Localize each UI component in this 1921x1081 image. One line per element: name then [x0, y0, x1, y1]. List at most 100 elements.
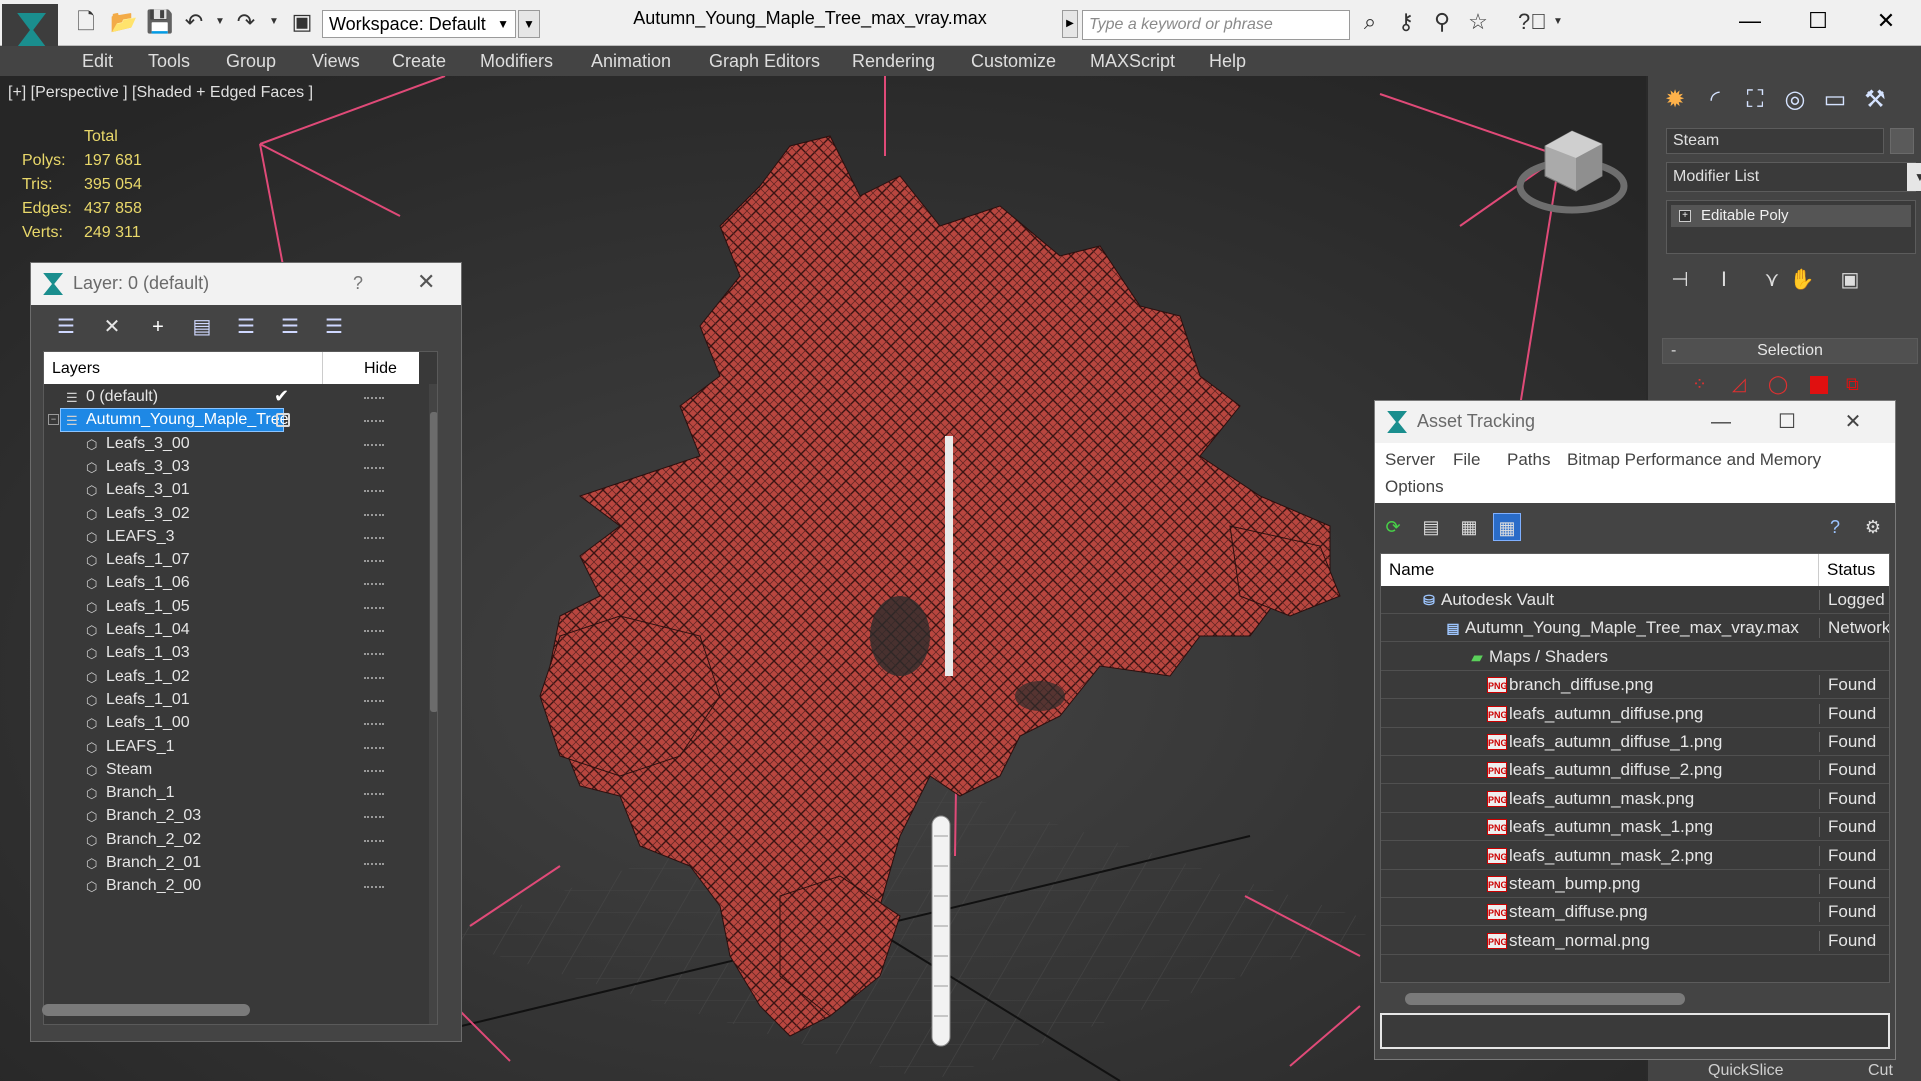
make-unique-icon[interactable]: ⋎	[1758, 266, 1786, 294]
menu-create[interactable]: Create	[392, 46, 446, 76]
motion-tab-icon[interactable]: ◎	[1778, 84, 1812, 116]
close-icon[interactable]: ✕	[417, 269, 435, 295]
hide-toggle[interactable]	[364, 769, 384, 772]
minimize-button[interactable]: —	[1701, 407, 1741, 437]
display-tab-icon[interactable]: ▭	[1818, 84, 1852, 116]
object-name-field[interactable]: Steam	[1666, 128, 1884, 154]
hide-layer-icon[interactable]: ☰	[277, 315, 303, 339]
table-view-icon[interactable]: ▦	[1493, 513, 1521, 541]
edge-icon[interactable]: ◿	[1732, 374, 1746, 395]
menu-customize[interactable]: Customize	[971, 46, 1056, 76]
polygon-icon[interactable]	[1810, 376, 1828, 394]
hierarchy-tab-icon[interactable]: ⛶	[1738, 84, 1772, 116]
stack-item-editable-poly[interactable]: + Editable Poly	[1671, 205, 1911, 227]
asset-row[interactable]: PNG steam_normal.png Found	[1381, 927, 1889, 955]
hide-toggle[interactable]	[364, 676, 384, 679]
undo-dropdown-icon[interactable]: ▼	[208, 10, 232, 34]
close-button[interactable]: ✕	[1866, 6, 1906, 36]
search-expand-icon[interactable]: ▶	[1062, 10, 1078, 38]
select-objects-icon[interactable]: ▤	[189, 315, 215, 339]
hide-toggle[interactable]	[364, 583, 384, 586]
binoculars-icon[interactable]: ⌕	[1358, 10, 1382, 34]
redo-icon[interactable]: ↷	[234, 10, 258, 34]
menu-graph-editors[interactable]: Graph Editors	[709, 46, 820, 76]
element-icon[interactable]: ⧉	[1846, 374, 1859, 395]
search-input[interactable]	[1082, 10, 1350, 40]
pin-stack-icon[interactable]: ⊣	[1666, 266, 1694, 294]
utilities-tab-icon[interactable]: ⚒	[1858, 84, 1892, 116]
favorites-star-icon[interactable]: ☆	[1466, 10, 1490, 34]
sign-in-icon[interactable]: ⚲	[1430, 10, 1454, 34]
vertex-icon[interactable]: ⁘	[1692, 374, 1707, 395]
hide-toggle[interactable]	[364, 723, 384, 726]
menu-help[interactable]: Help	[1209, 46, 1246, 76]
object-row[interactable]: ⬡ Branch_2_00	[44, 873, 419, 901]
collapse-icon[interactable]: -	[1671, 339, 1676, 363]
show-end-result-icon[interactable]: Ⅰ	[1710, 266, 1738, 294]
highlight-layer-icon[interactable]: ☰	[233, 315, 259, 339]
menu-server[interactable]: Server	[1385, 447, 1435, 473]
menu-rendering[interactable]: Rendering	[852, 46, 935, 76]
hide-toggle[interactable]	[364, 606, 384, 609]
hide-toggle[interactable]	[364, 816, 384, 819]
asset-hscroll-thumb[interactable]	[1405, 993, 1685, 1005]
hide-toggle[interactable]	[364, 793, 384, 796]
asset-row[interactable]: ⛁ Autodesk Vault Logged Out	[1381, 586, 1889, 614]
layer-hscroll-thumb[interactable]	[42, 1004, 250, 1016]
menu-edit[interactable]: Edit	[82, 46, 113, 76]
selection-rollout[interactable]: - Selection	[1662, 338, 1918, 364]
workspace-dropdown[interactable]: Workspace: Default ▼	[322, 10, 516, 38]
layer-scrollbar-thumb[interactable]	[430, 412, 437, 712]
menu-bitmap-performance[interactable]: Bitmap Performance and Memory	[1567, 447, 1821, 473]
layer-panel-header[interactable]: Layer: 0 (default) ? ✕	[31, 263, 461, 305]
hide-toggle[interactable]	[364, 443, 384, 446]
vault-settings-icon[interactable]: ⚙	[1859, 513, 1887, 541]
key-icon[interactable]: ⚷	[1394, 10, 1418, 34]
hide-toggle[interactable]	[364, 466, 384, 469]
menu-tools[interactable]: Tools	[148, 46, 190, 76]
asset-row[interactable]: ▤ Autumn_Young_Maple_Tree_max_vray.max Net…	[1381, 614, 1889, 643]
menu-modifiers[interactable]: Modifiers	[480, 46, 553, 76]
hide-toggle[interactable]	[364, 839, 384, 842]
asset-row[interactable]: PNG leafs_autumn_diffuse.png Found	[1381, 700, 1889, 728]
hide-toggle[interactable]	[364, 863, 384, 865]
col-layers[interactable]: Layers	[52, 360, 100, 378]
redo-dropdown-icon[interactable]: ▼	[262, 10, 286, 34]
asset-row[interactable]: PNG branch_diffuse.png Found	[1381, 671, 1889, 700]
toolbar-overflow-button[interactable]: ▼	[518, 10, 540, 38]
add-selection-icon[interactable]: +	[145, 315, 171, 339]
hide-toggle[interactable]	[364, 536, 384, 539]
undo-icon[interactable]: ↶	[182, 10, 206, 34]
help-icon[interactable]: ?⃝	[1518, 10, 1547, 34]
asset-row[interactable]: PNG leafs_autumn_mask_1.png Found	[1381, 813, 1889, 842]
remove-modifier-icon[interactable]: ✋	[1788, 266, 1816, 294]
new-layer-icon[interactable]: ☰	[53, 315, 79, 339]
hide-toggle[interactable]	[364, 490, 384, 493]
asset-row[interactable]: ▰ Maps / Shaders	[1381, 643, 1889, 671]
col-status[interactable]: Status	[1827, 560, 1875, 580]
menu-options[interactable]: Options	[1385, 474, 1444, 500]
quickslice-button[interactable]: QuickSlice	[1708, 1062, 1784, 1080]
asset-row[interactable]: PNG leafs_autumn_mask.png Found	[1381, 785, 1889, 813]
object-color-swatch[interactable]	[1890, 128, 1914, 154]
list-view-icon[interactable]: ▤	[1417, 513, 1445, 541]
border-icon[interactable]: ◯	[1768, 374, 1788, 395]
help-dropdown-icon[interactable]: ▼	[1546, 10, 1570, 34]
hide-toggle[interactable]	[364, 699, 384, 702]
maximize-button[interactable]: ☐	[1798, 6, 1838, 36]
refresh-icon[interactable]: ⟳	[1379, 513, 1407, 541]
open-file-icon[interactable]: 📂	[110, 10, 137, 34]
asset-row[interactable]: PNG leafs_autumn_diffuse_1.png Found	[1381, 728, 1889, 756]
freeze-layer-icon[interactable]: ☰	[321, 315, 347, 339]
maximize-button[interactable]: ☐	[1767, 407, 1807, 437]
asset-row[interactable]: PNG steam_bump.png Found	[1381, 870, 1889, 898]
collapse-icon[interactable]: −	[48, 414, 59, 426]
menu-paths[interactable]: Paths	[1507, 447, 1550, 473]
hide-toggle[interactable]	[364, 746, 384, 749]
close-button[interactable]: ✕	[1833, 407, 1873, 437]
menu-group[interactable]: Group	[226, 46, 276, 76]
col-name[interactable]: Name	[1389, 560, 1434, 580]
hide-toggle[interactable]	[364, 397, 384, 399]
asset-row[interactable]: PNG steam_diffuse.png Found	[1381, 898, 1889, 927]
modifier-list-dropdown[interactable]: Modifier List ▼	[1666, 162, 1921, 192]
